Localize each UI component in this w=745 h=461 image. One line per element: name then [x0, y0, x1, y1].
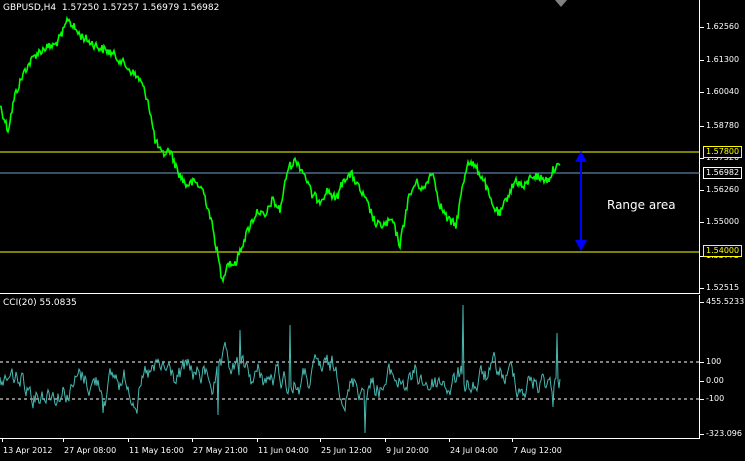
- indicator-axis-tick: [700, 362, 704, 363]
- time-axis-label: 25 Jun 12:00: [321, 446, 372, 455]
- time-axis-tick: [2, 439, 3, 442]
- indicator-axis-label: 100: [706, 357, 722, 366]
- range-area-label: Range area: [607, 198, 676, 212]
- time-axis-tick: [512, 439, 513, 442]
- indicator-axis-tick: [700, 399, 704, 400]
- time-axis-tick: [128, 439, 129, 442]
- time-axis-tick: [320, 439, 321, 442]
- price-axis-tick: [700, 92, 704, 93]
- time-axis-label: 27 May 21:00: [193, 446, 248, 455]
- indicator-axis-tick: [700, 434, 704, 435]
- price-axis-label: 1.60040: [706, 87, 740, 96]
- price-axis-tick: [700, 190, 704, 191]
- price-axis-tick: [700, 158, 704, 159]
- price-axis-label: 1.56260: [706, 185, 740, 194]
- indicator-title: CCI(20) 55.0835: [3, 298, 77, 308]
- time-axis-label: 11 Jun 04:00: [258, 446, 309, 455]
- time-axis-label: 7 Aug 12:00: [513, 446, 562, 455]
- time-axis-label: 24 Jul 04:00: [450, 446, 498, 455]
- time-axis-tick: [257, 439, 258, 442]
- arrow-down-icon: [575, 240, 587, 251]
- time-axis-label: 9 Jul 20:00: [386, 446, 429, 455]
- price-line: [0, 15, 561, 285]
- arrow-up-icon: [575, 151, 587, 162]
- time-axis-tick: [192, 439, 193, 442]
- price-axis-tick: [700, 126, 704, 127]
- price-series: [0, 15, 700, 285]
- time-axis-label: 13 Apr 2012: [3, 446, 53, 455]
- indicator-axis-tick: [700, 381, 704, 382]
- cci-line: [0, 304, 561, 434]
- cci-series: [0, 304, 700, 434]
- price-axis-tick: [700, 288, 704, 289]
- current-price-tag: 1.56982: [703, 167, 743, 179]
- price-axis-label: 1.52515: [706, 283, 740, 292]
- price-axis-tick: [700, 222, 704, 223]
- price-axis-tick: [700, 27, 704, 28]
- time-axis-tick: [449, 439, 450, 442]
- time-axis-tick: [385, 439, 386, 442]
- time-axis-tick: [63, 439, 64, 442]
- indicator-axis-label: -323.096: [706, 429, 742, 438]
- lower-level-tag: 1.54000: [703, 245, 743, 257]
- indicator-axis-label: 455.5233: [706, 297, 745, 306]
- indicator-axis-label: 0.00: [706, 376, 724, 385]
- upper-level-tag: 1.57800: [703, 146, 743, 158]
- price-axis-tick: [700, 60, 704, 61]
- indicator-axis-tick: [700, 302, 704, 303]
- price-axis-label: 1.62560: [706, 22, 740, 31]
- indicator-axis-label: -100: [706, 394, 725, 403]
- time-axis-label: 27 Apr 08:00: [64, 446, 117, 455]
- time-axis-label: 11 May 16:00: [129, 446, 184, 455]
- price-axis-label: 1.58780: [706, 121, 740, 130]
- price-axis-label: 1.61300: [706, 55, 740, 64]
- price-axis-label: 1.55000: [706, 217, 740, 226]
